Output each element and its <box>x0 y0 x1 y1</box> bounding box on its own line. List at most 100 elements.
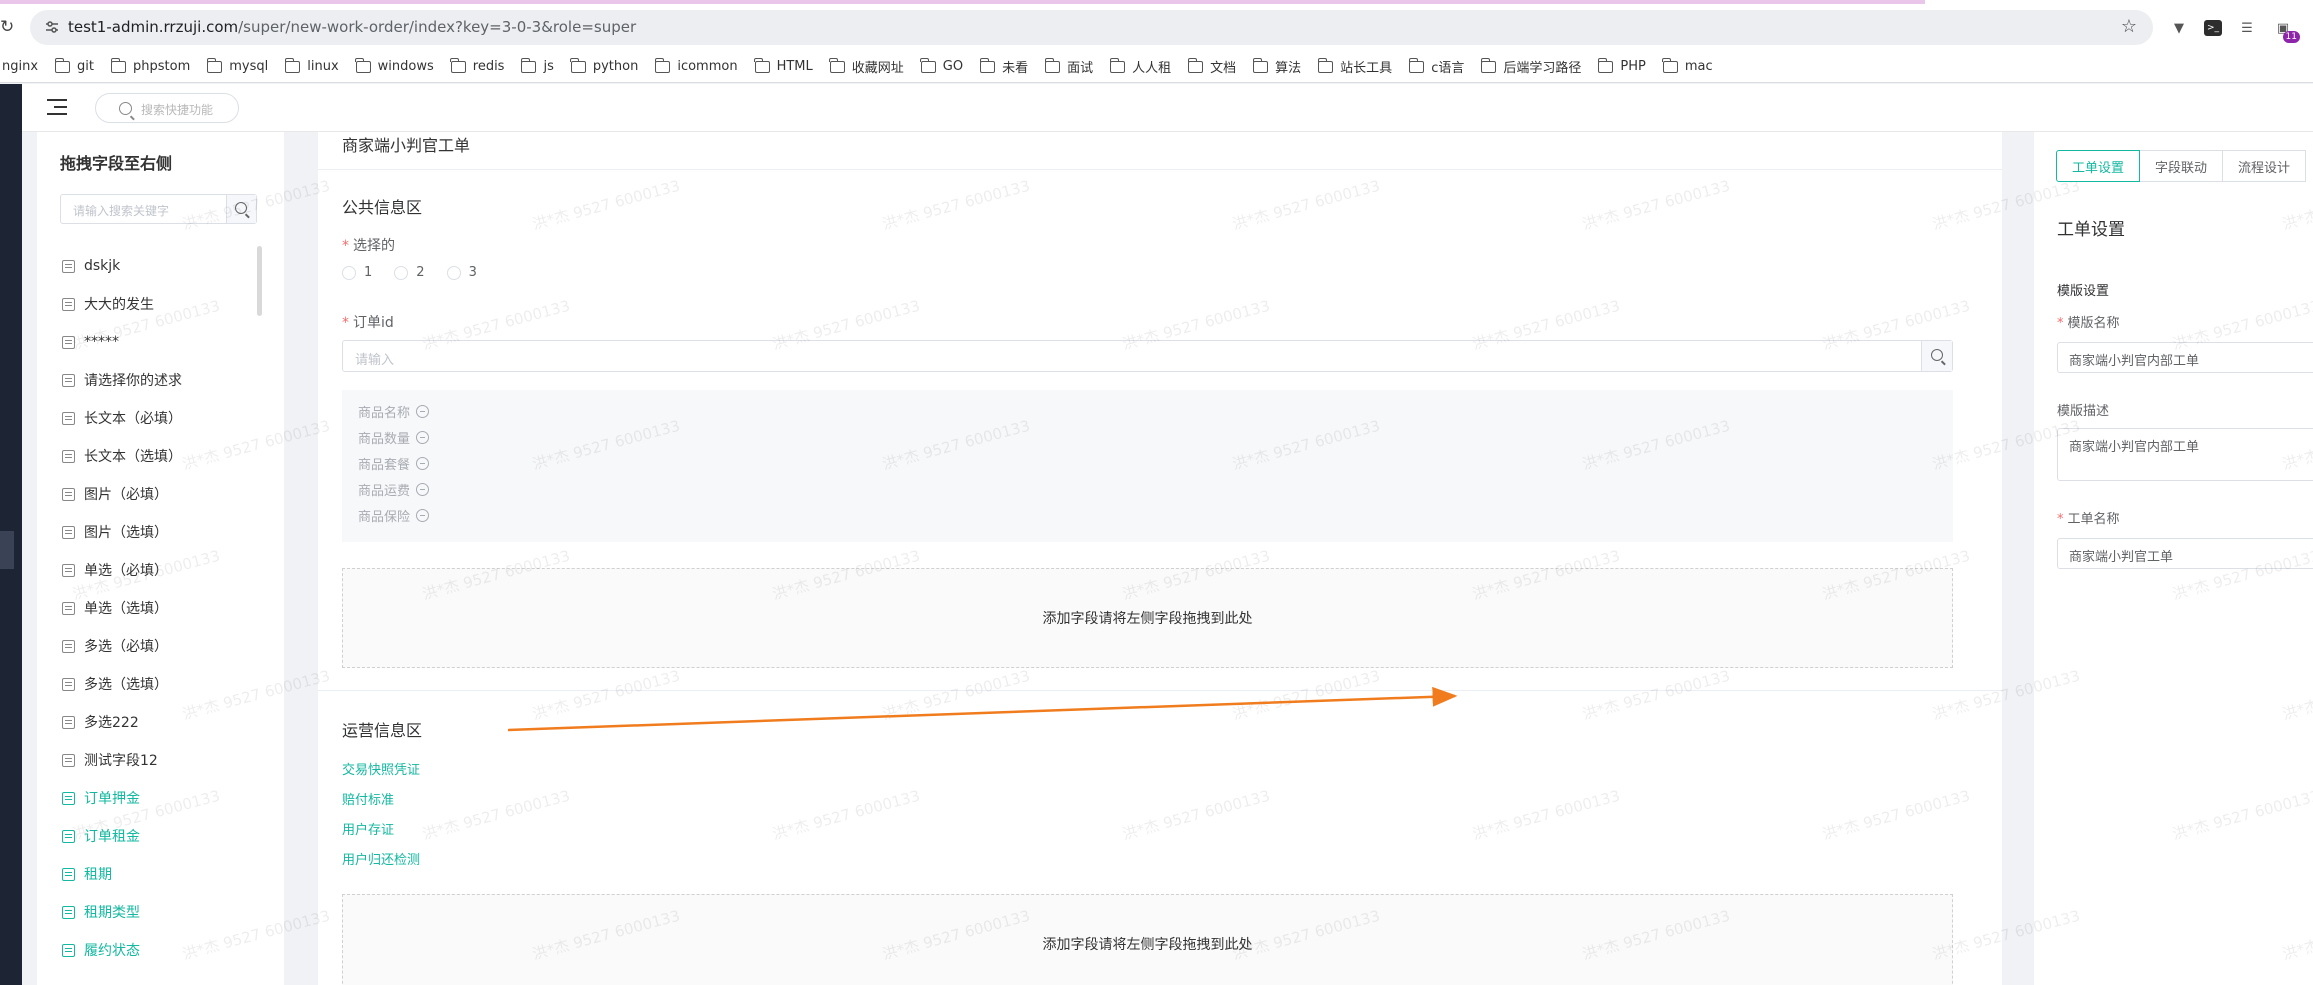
palette-field-item[interactable]: 单选（必填） <box>62 560 168 580</box>
folder-icon <box>54 57 71 73</box>
bookmark-item[interactable]: mac <box>1662 57 1713 74</box>
remove-circle-icon[interactable] <box>416 405 430 418</box>
quick-search-input[interactable]: 搜索快捷功能 <box>95 93 239 123</box>
palette-field-item[interactable]: 长文本（选填） <box>62 446 182 466</box>
bookmark-item[interactable]: 后端学习路径 <box>1480 57 1582 76</box>
order-id-input[interactable]: 请输入 <box>342 340 1953 372</box>
bookmark-item[interactable]: windows <box>355 57 434 74</box>
extension-with-badge-icon[interactable]: ▣ 11 <box>2272 18 2300 43</box>
bookmark-label: 后端学习路径 <box>1503 61 1582 76</box>
palette-field-item[interactable]: dskjk <box>62 256 120 276</box>
url-text[interactable]: test1-admin.rrzuji.com/super/new-work-or… <box>68 18 636 36</box>
bookmark-label: js <box>543 59 554 74</box>
palette-field-item[interactable]: 履约状态 <box>62 940 140 960</box>
goods-field-row: 商品保险 <box>358 506 430 525</box>
field-type-icon <box>62 297 75 311</box>
bookmark-item[interactable]: 收藏网址 <box>829 57 904 76</box>
bookmark-item[interactable]: 面试 <box>1044 57 1093 76</box>
radio-group: 1 2 3 <box>342 265 477 280</box>
bookmark-item[interactable]: PHP <box>1597 57 1646 74</box>
palette-field-item[interactable]: 订单押金 <box>62 788 140 808</box>
bookmark-item[interactable]: js <box>520 57 554 74</box>
goods-info-group[interactable]: 商品名称 商品数量 商品套餐 商品运费 商品保险 <box>342 390 1953 542</box>
remove-circle-icon[interactable] <box>416 431 430 444</box>
palette-field-item[interactable]: 多选222 <box>62 712 139 732</box>
bookmark-label: HTML <box>776 59 813 74</box>
settings-tab[interactable]: 流程设计 <box>2222 150 2307 182</box>
ops-link-item[interactable]: 用户存证 <box>342 819 394 838</box>
bookmark-item[interactable]: 人人租 <box>1109 57 1171 76</box>
bookmark-item[interactable]: python <box>570 57 638 74</box>
template-desc-textarea[interactable]: 商家端小判官内部工单 <box>2057 428 2313 481</box>
bookmark-item[interactable]: 站长工具 <box>1317 57 1392 76</box>
bookmark-item[interactable]: nginx <box>2 59 38 74</box>
palette-field-item[interactable]: 图片（必填） <box>62 484 168 504</box>
field-type-icon <box>62 867 75 881</box>
palette-field-item[interactable]: 图片（选填） <box>62 522 168 542</box>
order-id-placeholder: 请输入 <box>355 353 395 368</box>
bookmark-label: linux <box>307 59 339 74</box>
palette-field-item[interactable]: 租期类型 <box>62 902 140 922</box>
dropzone-ops[interactable]: 添加字段请将左侧字段拖拽到此处 <box>342 894 1953 985</box>
radio-option[interactable]: 3 <box>446 265 477 280</box>
vue-extension-icon[interactable]: ▼ <box>2168 18 2190 38</box>
bookmark-item[interactable]: HTML <box>754 57 813 74</box>
bookmark-item[interactable]: 算法 <box>1252 57 1301 76</box>
palette-field-item[interactable]: 订单租金 <box>62 826 140 846</box>
bookmark-item[interactable]: icommon <box>654 57 738 74</box>
palette-field-item[interactable]: 单选（选填） <box>62 598 168 618</box>
bookmark-item[interactable]: redis <box>450 57 504 74</box>
radio-circle-icon <box>394 265 409 280</box>
remove-circle-icon[interactable] <box>416 457 430 470</box>
palette-field-item[interactable]: 多选（选填） <box>62 674 168 694</box>
ops-link-item[interactable]: 交易快照凭证 <box>342 759 420 778</box>
remove-circle-icon[interactable] <box>416 483 430 496</box>
palette-field-item[interactable]: 租期 <box>62 864 112 884</box>
palette-scrollbar[interactable] <box>257 246 262 316</box>
bookmark-item[interactable]: mysql <box>206 57 268 74</box>
site-settings-icon[interactable] <box>44 19 60 35</box>
palette-field-label: 长文本（选填） <box>84 449 182 465</box>
palette-field-item[interactable]: 大大的发生 <box>62 294 154 314</box>
bookmark-item[interactable]: git <box>54 57 94 74</box>
radio-option[interactable]: 1 <box>342 265 372 280</box>
address-bar[interactable]: test1-admin.rrzuji.com/super/new-work-or… <box>30 10 2153 45</box>
palette-field-item[interactable]: 长文本（必填） <box>62 408 182 428</box>
bookmark-item[interactable]: c语言 <box>1408 57 1464 76</box>
reload-icon[interactable]: ↻ <box>0 17 14 37</box>
order-id-label[interactable]: * 订单id <box>342 312 394 332</box>
settings-tab[interactable]: 工单设置 <box>2056 150 2141 182</box>
public-section-title: 公共信息区 <box>342 198 423 217</box>
folder-icon <box>206 57 223 73</box>
field-search-input[interactable]: 请输入搜索关键字 <box>60 194 257 224</box>
side-nav-active-item[interactable] <box>0 531 14 569</box>
ops-link-item[interactable]: 用户归还检测 <box>342 849 420 868</box>
settings-tabs: 工单设置 字段联动 流程设计 <box>2056 150 2307 182</box>
palette-field-item[interactable]: 多选（必填） <box>62 636 168 656</box>
remove-circle-icon[interactable] <box>416 509 430 522</box>
radio-field-label[interactable]: * 选择的 <box>342 235 395 255</box>
field-search-button[interactable] <box>226 195 256 223</box>
bookmark-item[interactable]: phpstom <box>110 57 190 74</box>
settings-tab[interactable]: 字段联动 <box>2139 150 2224 182</box>
palette-field-label: 订单押金 <box>84 791 140 807</box>
bookmark-star-icon[interactable]: ☆ <box>2121 16 2137 37</box>
terminal-extension-icon[interactable]: >_ <box>2204 20 2222 36</box>
bookmark-item[interactable]: linux <box>284 57 339 74</box>
menu-collapse-icon[interactable] <box>47 99 67 115</box>
palette-field-item[interactable]: ***** <box>62 332 119 352</box>
template-name-input[interactable]: 商家端小判官内部工单 <box>2057 342 2313 373</box>
bookmark-item[interactable]: 未看 <box>979 57 1028 76</box>
radio-option[interactable]: 2 <box>394 265 425 280</box>
ops-link-item[interactable]: 赔付标准 <box>342 789 394 808</box>
field-type-icon <box>62 259 75 273</box>
field-type-icon <box>62 715 75 729</box>
palette-field-item[interactable]: 测试字段12 <box>62 750 158 770</box>
order-search-button[interactable] <box>1921 341 1952 371</box>
palette-field-item[interactable]: 请选择你的述求 <box>62 370 182 390</box>
dropzone-public[interactable]: 添加字段请将左侧字段拖拽到此处 <box>342 568 1953 668</box>
order-name-input[interactable]: 商家端小判官工单 <box>2057 538 2313 569</box>
bookmark-item[interactable]: 文档 <box>1187 57 1236 76</box>
list-extension-icon[interactable]: ☰ <box>2236 18 2258 38</box>
bookmark-item[interactable]: GO <box>920 57 963 74</box>
